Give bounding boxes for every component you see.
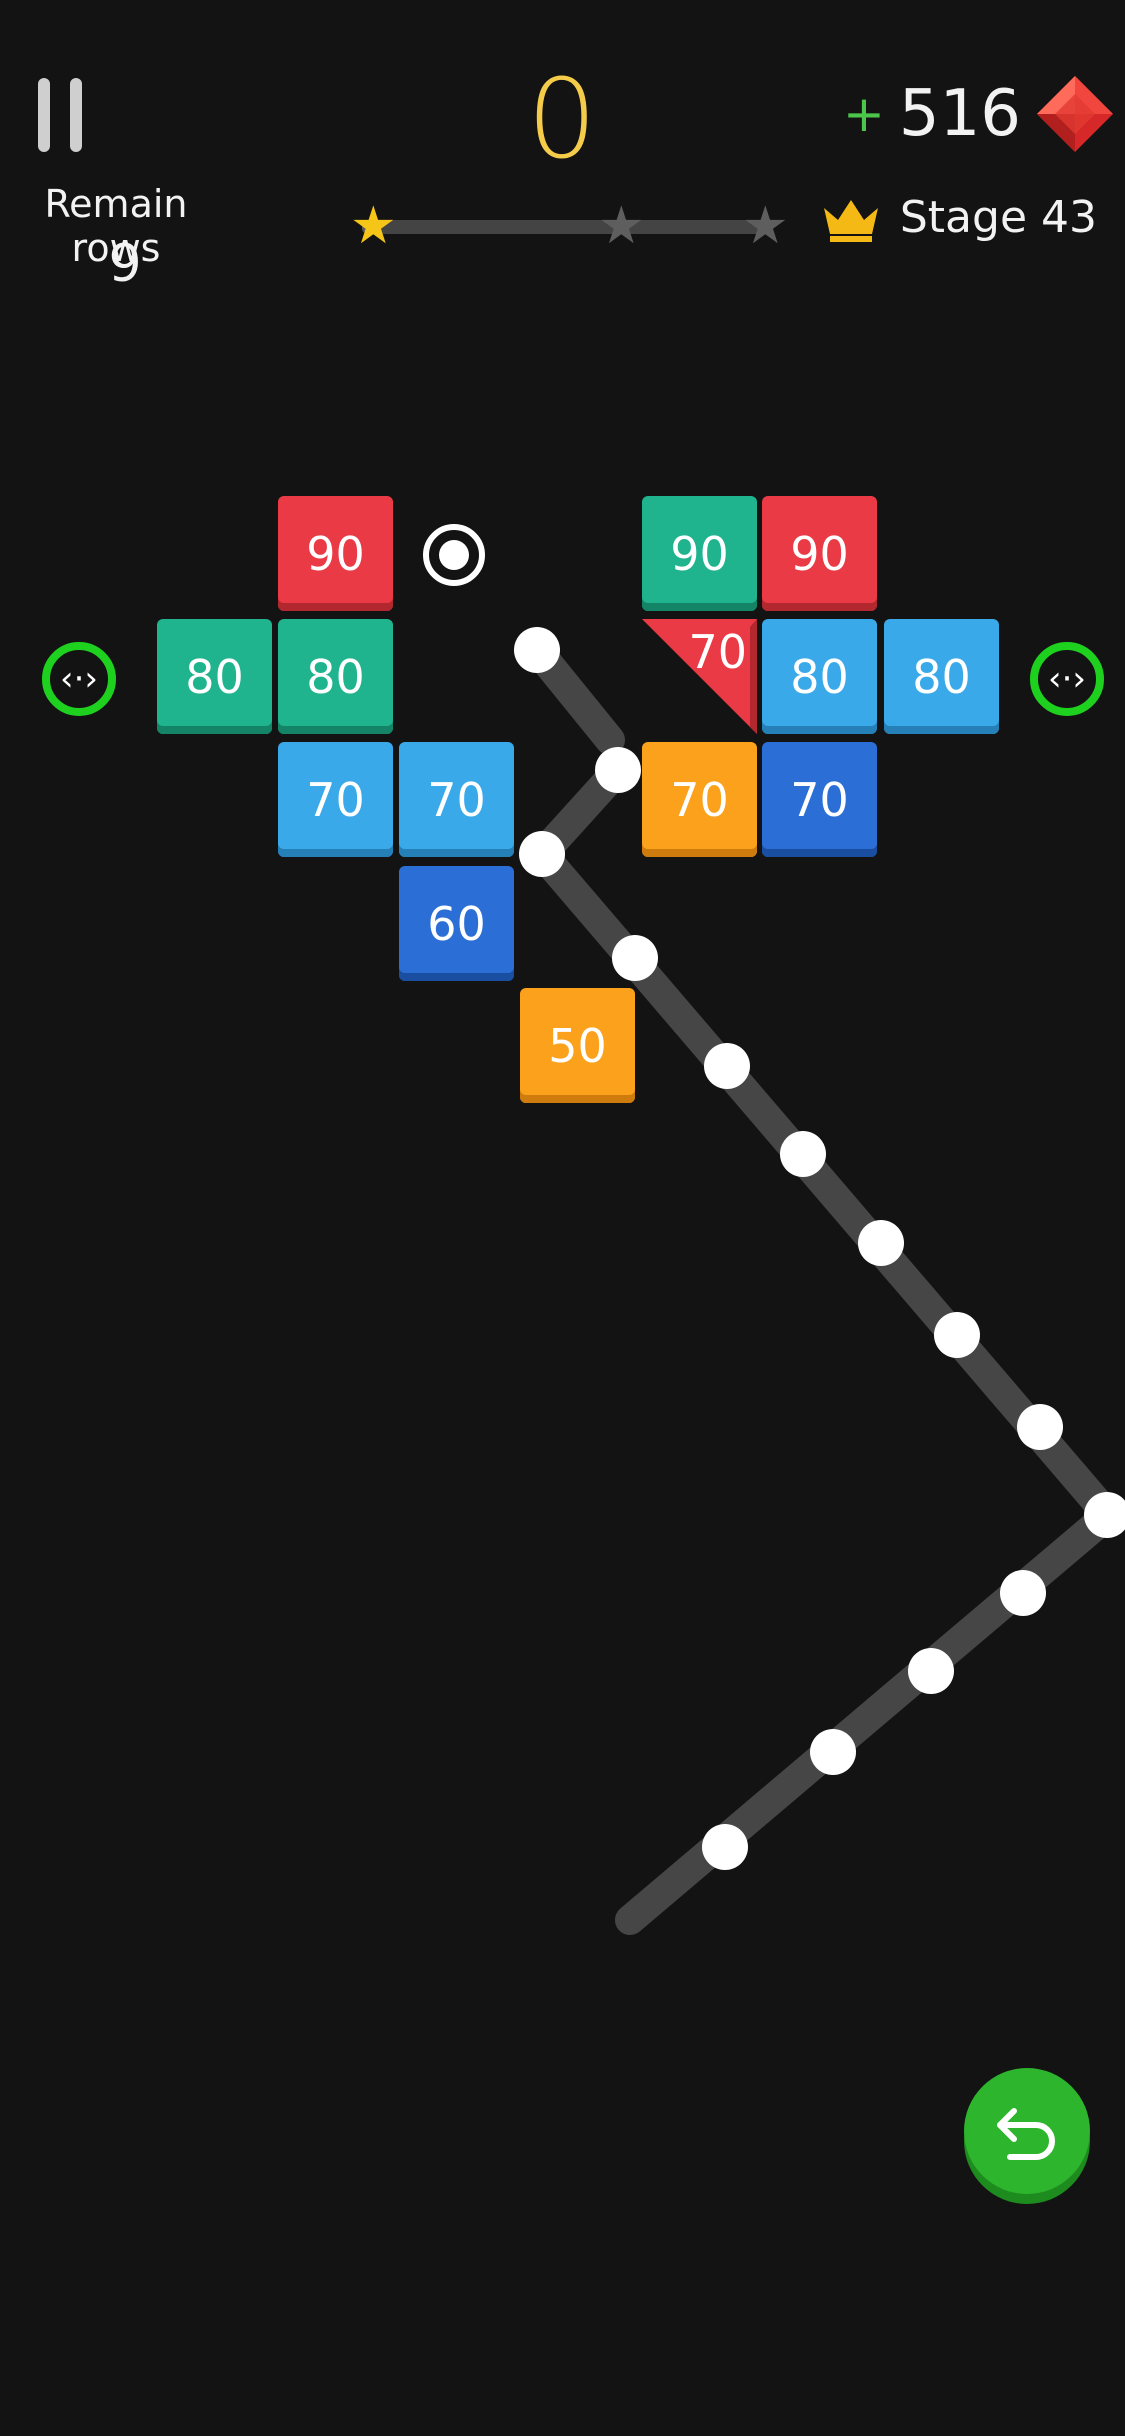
ball xyxy=(1000,1570,1046,1616)
ball xyxy=(858,1220,904,1266)
ball xyxy=(514,627,560,673)
ball xyxy=(810,1729,856,1775)
ball xyxy=(519,831,565,877)
ball xyxy=(702,1824,748,1870)
ball xyxy=(595,747,641,793)
ball xyxy=(704,1043,750,1089)
ball xyxy=(1017,1404,1063,1450)
ball xyxy=(612,935,658,981)
ball xyxy=(934,1312,980,1358)
ball-trajectory xyxy=(514,627,1125,1935)
ball xyxy=(780,1131,826,1177)
undo-icon xyxy=(997,2108,1055,2160)
undo-button[interactable] xyxy=(964,2068,1090,2194)
ball xyxy=(908,1648,954,1694)
